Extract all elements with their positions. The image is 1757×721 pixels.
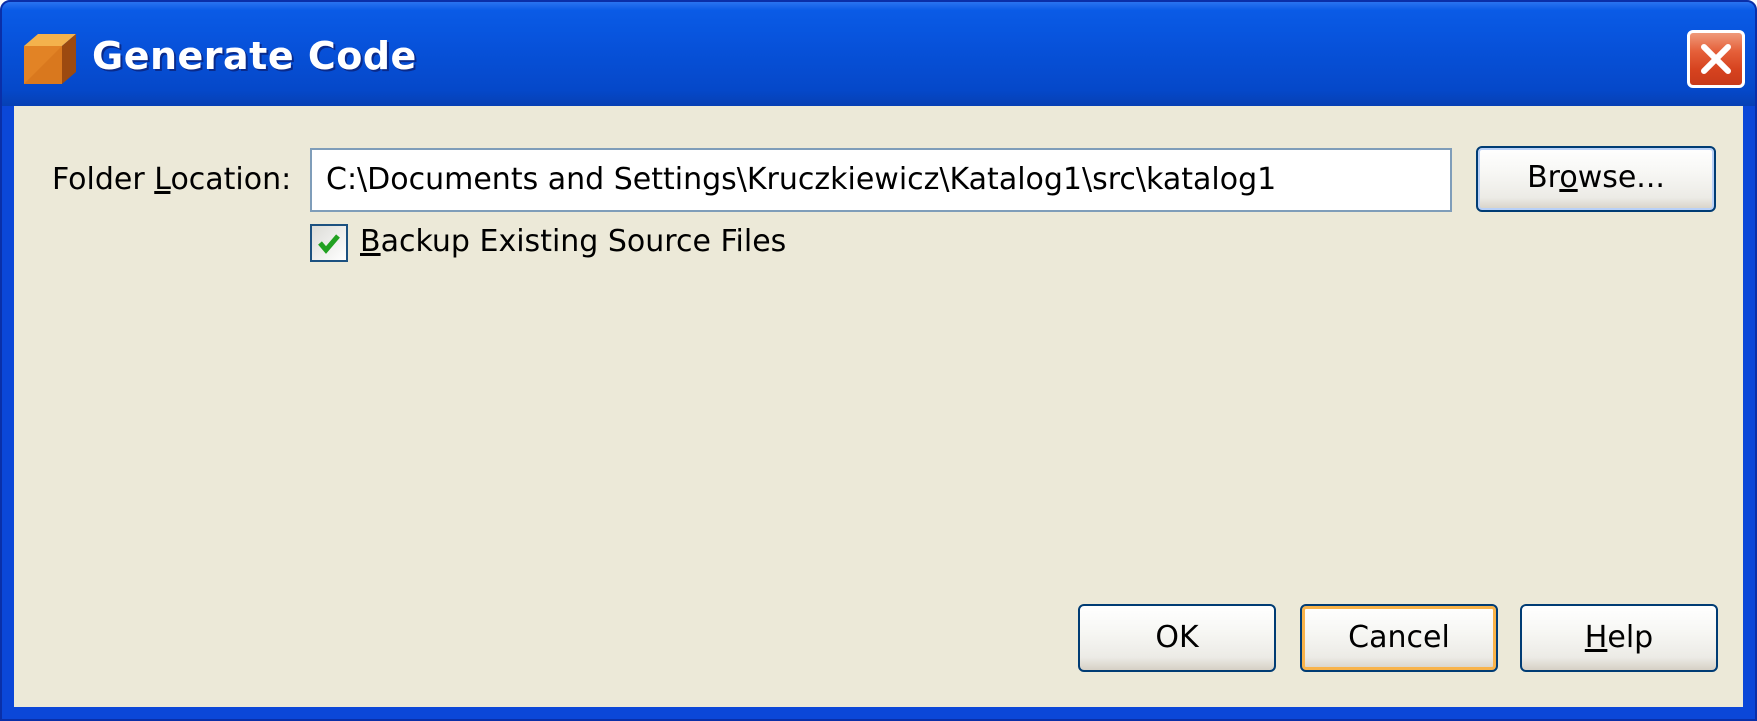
folder-location-label: Folder Location:: [52, 160, 291, 200]
backup-checkbox[interactable]: [310, 224, 348, 262]
generate-code-dialog: Generate Code Folder Location: C:\Docume…: [0, 0, 1757, 721]
help-label-mnemonic: H: [1584, 620, 1608, 655]
backup-label-suffix: ackup Existing Source Files: [380, 224, 787, 259]
checkmark-icon: [318, 234, 340, 254]
close-button[interactable]: [1687, 30, 1745, 88]
ok-button[interactable]: OK: [1078, 604, 1276, 672]
browse-button[interactable]: Browse...: [1476, 146, 1716, 212]
title-bar[interactable]: Generate Code: [2, 2, 1755, 106]
browse-label-prefix: Br: [1527, 160, 1560, 195]
folder-label-mnemonic: L: [154, 162, 171, 197]
browse-label-suffix: wse...: [1577, 160, 1665, 195]
folder-location-input[interactable]: C:\Documents and Settings\Kruczkiewicz\K…: [310, 148, 1452, 212]
cancel-button[interactable]: Cancel: [1300, 604, 1498, 672]
app-cube-icon: [24, 34, 76, 84]
folder-label-prefix: Folder: [52, 162, 155, 197]
browse-label-mnemonic: o: [1559, 160, 1578, 195]
window-title: Generate Code: [92, 34, 417, 78]
backup-checkbox-label[interactable]: Backup Existing Source Files: [360, 222, 786, 262]
folder-label-suffix: ocation:: [170, 162, 292, 197]
close-icon: [1701, 44, 1731, 74]
backup-label-mnemonic: B: [360, 224, 381, 259]
help-button[interactable]: Help: [1520, 604, 1718, 672]
help-label-suffix: elp: [1607, 620, 1654, 655]
dialog-body: Folder Location: C:\Documents and Settin…: [14, 106, 1743, 707]
